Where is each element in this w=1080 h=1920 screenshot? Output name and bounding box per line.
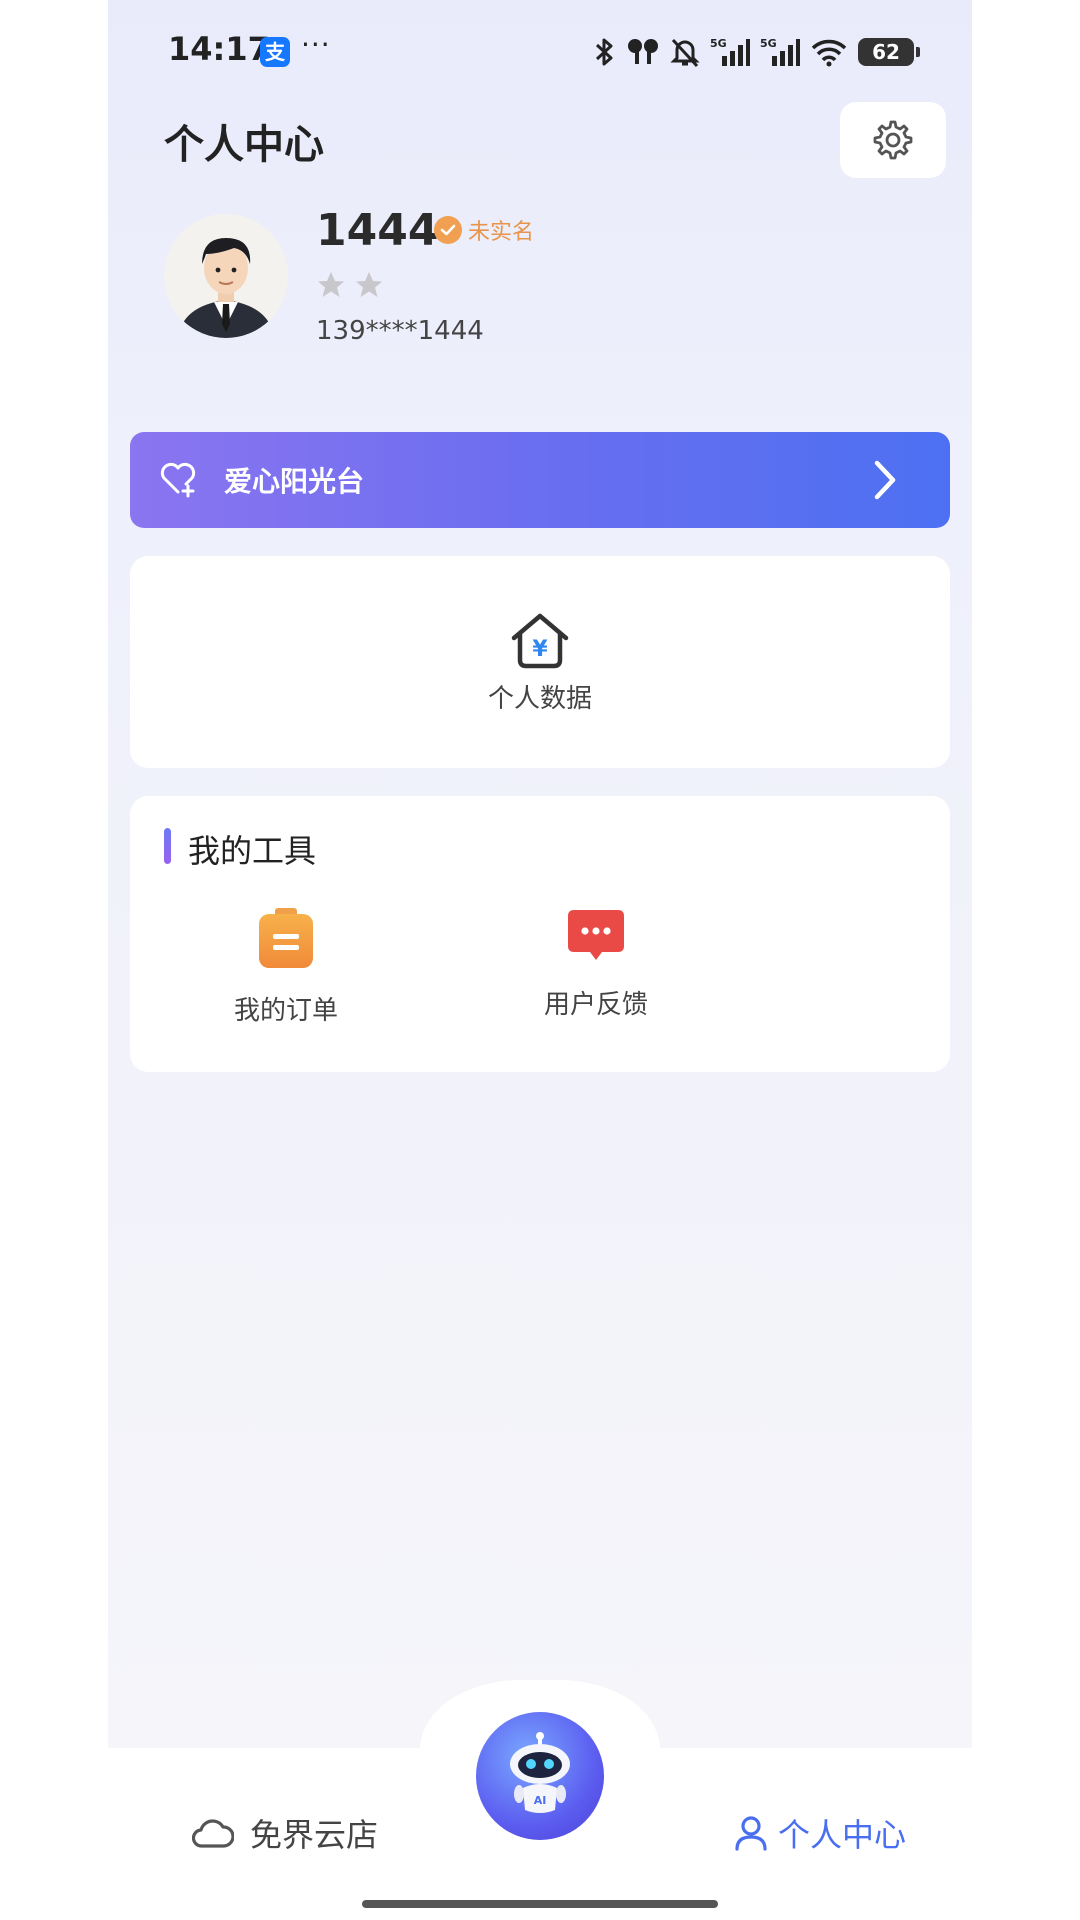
earbuds-icon (628, 39, 658, 64)
svg-text:5G: 5G (710, 37, 727, 50)
ai-robot-icon: AI (510, 1732, 570, 1813)
nav-right-label: 个人中心 (777, 1816, 906, 1854)
my-orders-button[interactable]: 我的订单 (206, 908, 366, 1027)
avatar[interactable] (164, 214, 288, 338)
avatar-image (164, 214, 288, 338)
section-accent-bar (164, 828, 171, 864)
battery-icon: 62 (858, 38, 920, 66)
profile-name: 1444 (316, 205, 439, 256)
bluetooth-icon (595, 38, 613, 66)
svg-text:¥: ¥ (532, 637, 548, 662)
user-icon (735, 1816, 767, 1851)
status-icons: 5G 5G 62 (592, 32, 920, 72)
star-icon (318, 272, 344, 297)
chevron-right-icon (874, 460, 896, 500)
personal-data-card: ¥ 个人数据 (130, 556, 950, 768)
gear-icon (873, 120, 913, 160)
star-rating (316, 270, 384, 300)
nav-left-label: 免界云店 (250, 1816, 379, 1854)
banner-label: 爱心阳光台 (224, 465, 365, 498)
user-feedback-label: 用户反馈 (543, 990, 648, 1020)
svg-text:AI: AI (534, 1794, 547, 1807)
more-notifications-icon: ··· (301, 28, 331, 61)
home-indicator[interactable] (362, 1900, 718, 1908)
order-icon (259, 908, 313, 968)
alipay-icon: 支 (260, 37, 290, 67)
my-tools-card: 我的工具 我的订单 用户反馈 (130, 796, 950, 1072)
svg-text:5G: 5G (760, 37, 777, 50)
my-orders-label: 我的订单 (233, 996, 338, 1026)
ai-assistant-button[interactable]: AI (476, 1712, 604, 1840)
heart-plus-icon (160, 462, 196, 498)
settings-button[interactable] (840, 102, 946, 178)
verify-status-badge[interactable]: 未实名 (434, 214, 534, 246)
tools-title: 我的工具 (188, 832, 317, 870)
personal-data-label: 个人数据 (487, 684, 592, 714)
status-time: 14:17 (168, 30, 270, 68)
star-icon (356, 272, 382, 297)
nav-tab-cloud-store[interactable]: 免界云店 (192, 1810, 378, 1856)
profile-phone: 139****1444 (316, 316, 484, 346)
check-icon (434, 216, 462, 244)
user-feedback-button[interactable]: 用户反馈 (516, 908, 676, 1021)
signal-5g-icon: 5G (710, 37, 750, 66)
house-yen-icon: ¥ (511, 613, 569, 669)
nav-tab-profile[interactable]: 个人中心 (734, 1810, 906, 1856)
signal-5g-icon: 5G (760, 37, 800, 66)
love-sunshine-banner[interactable]: 爱心阳光台 (130, 432, 950, 528)
status-bar: 14:17 支 ··· 5G 5G 62 (108, 0, 972, 100)
screen: 14:17 支 ··· 5G 5G 62 个人中心 1444 未实名 139**… (108, 0, 972, 1920)
cloud-icon (192, 1819, 234, 1848)
wifi-icon (811, 39, 847, 67)
page-title: 个人中心 (164, 122, 324, 168)
verify-status-label: 未实名 (468, 220, 535, 245)
mute-icon (670, 38, 700, 68)
feedback-icon (568, 910, 624, 960)
